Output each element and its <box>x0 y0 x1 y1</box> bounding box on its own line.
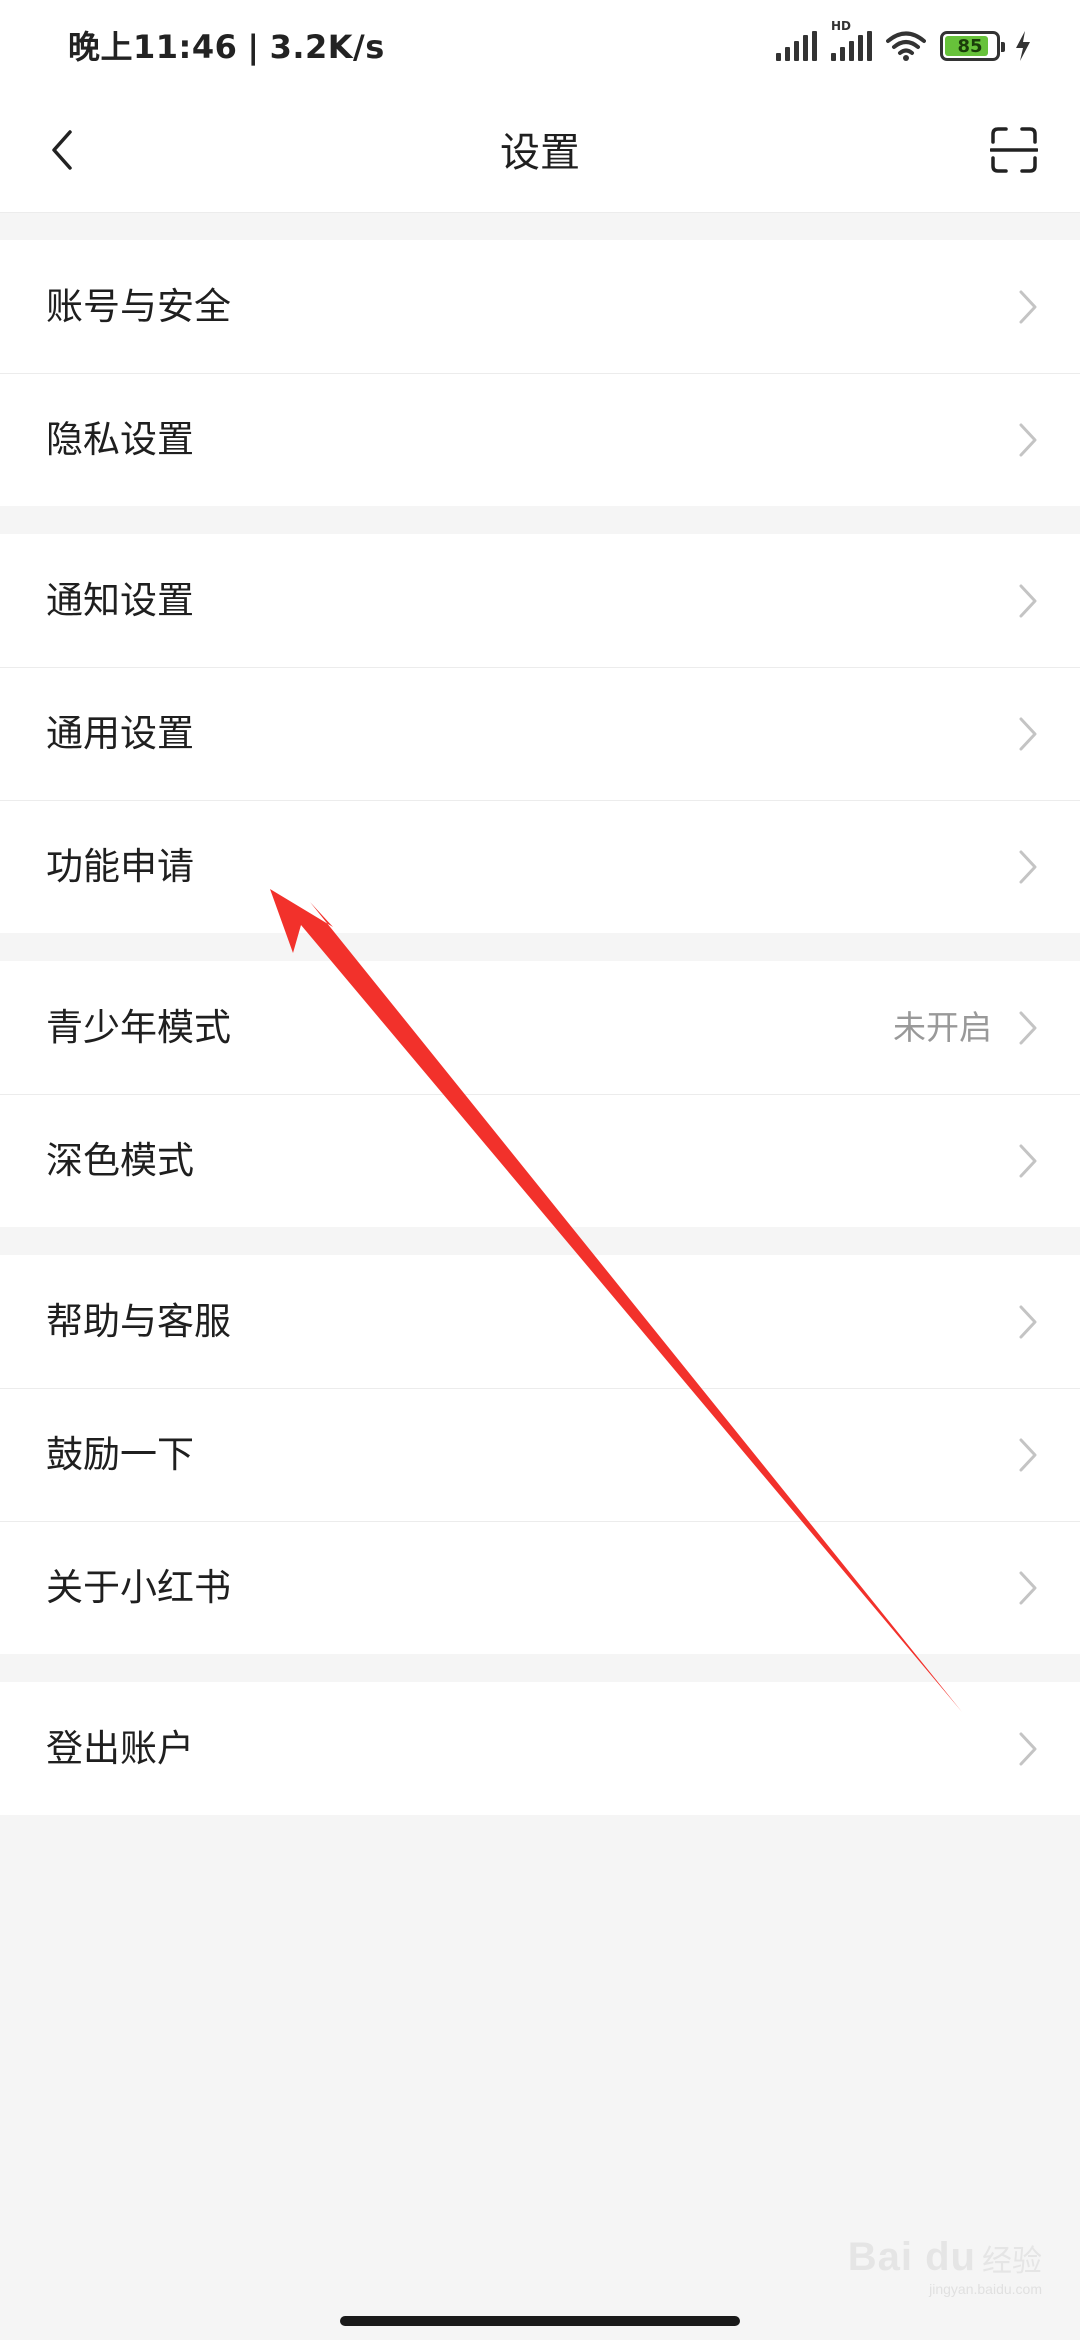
battery-level: 85 <box>957 35 983 57</box>
chevron-right-icon <box>1019 1438 1037 1472</box>
settings-item-about[interactable]: 关于小红书 <box>0 1521 1080 1654</box>
settings-group-modes: 青少年模式 未开启 深色模式 <box>0 961 1080 1227</box>
scan-button[interactable] <box>984 120 1044 180</box>
settings-item-logout[interactable]: 登出账户 <box>0 1682 1080 1815</box>
settings-item-label: 账号与安全 <box>46 285 231 328</box>
settings-group-account: 账号与安全 隐私设置 <box>0 240 1080 506</box>
settings-item-general[interactable]: 通用设置 <box>0 667 1080 800</box>
settings-item-account-security[interactable]: 账号与安全 <box>0 240 1080 373</box>
signal-hd-icon: HD <box>831 19 872 61</box>
watermark-logo: Bai du <box>847 2235 976 2279</box>
settings-item-label: 通用设置 <box>46 712 194 755</box>
watermark: Bai du 经验 jingyan.baidu.com <box>847 2235 1042 2297</box>
chevron-right-icon <box>1019 1144 1037 1178</box>
settings-item-encourage[interactable]: 鼓励一下 <box>0 1388 1080 1521</box>
signal-icon <box>776 31 817 61</box>
status-separator: | <box>247 28 260 66</box>
status-left: 晚上11:46 | 3.2K/s <box>68 22 385 68</box>
chevron-right-icon <box>1019 290 1037 324</box>
nav-bar: 设置 <box>0 90 1080 213</box>
settings-item-teen-mode[interactable]: 青少年模式 未开启 <box>0 961 1080 1094</box>
teen-mode-status: 未开启 <box>893 1008 992 1047</box>
chevron-right-icon <box>1019 1011 1037 1045</box>
settings-item-privacy[interactable]: 隐私设置 <box>0 373 1080 506</box>
settings-item-help-support[interactable]: 帮助与客服 <box>0 1255 1080 1388</box>
network-speed: 3.2K/s <box>269 28 385 66</box>
chevron-right-icon <box>1019 850 1037 884</box>
settings-item-label: 鼓励一下 <box>46 1433 194 1476</box>
settings-item-label: 深色模式 <box>46 1139 194 1182</box>
settings-item-feature-request[interactable]: 功能申请 <box>0 800 1080 933</box>
settings-item-label: 青少年模式 <box>46 1006 231 1049</box>
settings-item-notifications[interactable]: 通知设置 <box>0 534 1080 667</box>
settings-item-label: 关于小红书 <box>46 1566 231 1609</box>
status-icons: HD 85 <box>776 19 1032 66</box>
chevron-right-icon <box>1019 1305 1037 1339</box>
watermark-url: jingyan.baidu.com <box>929 2281 1042 2297</box>
chevron-right-icon <box>1019 1571 1037 1605</box>
settings-item-dark-mode[interactable]: 深色模式 <box>0 1094 1080 1227</box>
settings-list: 账号与安全 隐私设置 通知设置 通用设置 功能申请 青少年模式 未开启 深色模式 <box>0 212 1080 1815</box>
settings-item-label: 帮助与客服 <box>46 1300 231 1343</box>
settings-item-label: 登出账户 <box>46 1727 194 1770</box>
watermark-text: 经验 <box>982 2244 1042 2279</box>
settings-item-label: 功能申请 <box>46 845 194 888</box>
charging-icon <box>1016 31 1030 61</box>
settings-group-support: 帮助与客服 鼓励一下 关于小红书 <box>0 1255 1080 1654</box>
chevron-right-icon <box>1019 1732 1037 1766</box>
settings-item-label: 通知设置 <box>46 579 194 622</box>
chevron-right-icon <box>1019 423 1037 457</box>
page-title: 设置 <box>500 130 580 176</box>
settings-group-logout: 登出账户 <box>0 1682 1080 1815</box>
chevron-right-icon <box>1019 717 1037 751</box>
hd-label: HD <box>831 19 852 33</box>
wifi-icon <box>886 31 926 61</box>
battery-icon: 85 <box>940 31 1005 61</box>
settings-group-general: 通知设置 通用设置 功能申请 <box>0 534 1080 933</box>
status-bar: 晚上11:46 | 3.2K/s HD 85 <box>0 0 1080 90</box>
home-indicator[interactable] <box>340 2316 740 2326</box>
status-time: 晚上11:46 <box>68 28 238 66</box>
settings-item-label: 隐私设置 <box>46 418 194 461</box>
scan-icon <box>990 127 1038 173</box>
chevron-right-icon <box>1019 584 1037 618</box>
